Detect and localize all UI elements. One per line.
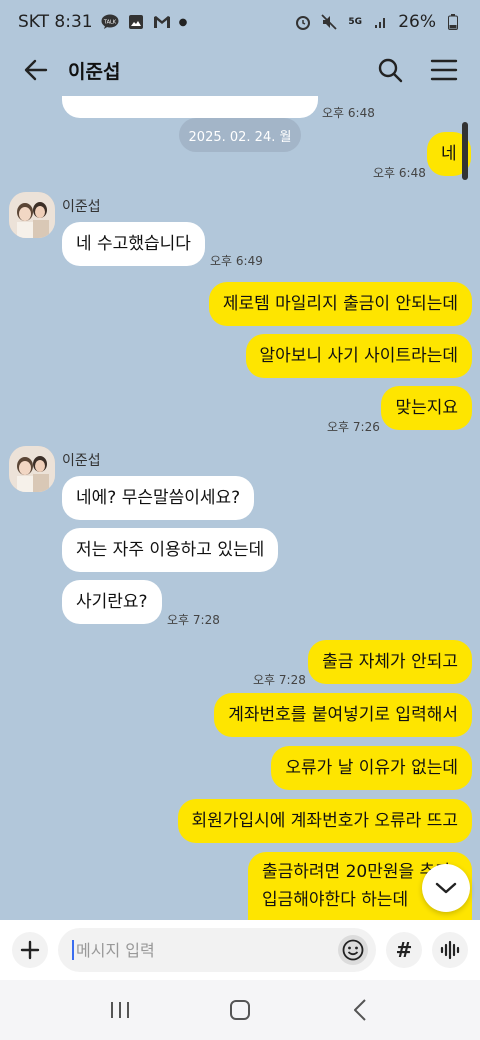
incoming-message[interactable]: 네 수고했습니다 xyxy=(62,222,205,266)
arrow-left-icon xyxy=(24,59,48,81)
chat-header: 이준섭 xyxy=(0,44,480,96)
emoji-icon xyxy=(342,939,364,961)
message-input[interactable] xyxy=(76,940,338,960)
incoming-message[interactable]: 사기란요? xyxy=(62,580,162,624)
date-divider: 2025. 02. 24. 월 xyxy=(179,118,301,152)
gallery-notification-icon xyxy=(127,14,145,30)
recent-apps-button[interactable] xyxy=(95,990,145,1030)
home-button[interactable] xyxy=(215,990,265,1030)
avatar[interactable] xyxy=(9,192,55,238)
sender-name: 이준섭 xyxy=(62,199,101,215)
message-field[interactable] xyxy=(58,928,376,972)
signal-icon xyxy=(372,14,390,30)
home-icon xyxy=(230,1000,250,1020)
header-actions xyxy=(370,50,464,90)
emoji-button[interactable] xyxy=(338,935,368,965)
outgoing-message[interactable]: 제로템 마일리지 출금이 안되는데 xyxy=(208,282,472,326)
search-button[interactable] xyxy=(370,50,410,90)
network-5g-icon: 5G xyxy=(348,17,363,27)
message-input-bar: # xyxy=(0,920,480,980)
outgoing-message[interactable]: 맞는지요 xyxy=(381,386,472,430)
message-time: 오후 6:48 xyxy=(322,106,375,120)
android-nav-bar xyxy=(0,980,480,1040)
hamburger-menu-icon xyxy=(430,59,458,81)
search-icon xyxy=(378,58,403,83)
gmail-notification-icon xyxy=(153,14,171,30)
text-cursor xyxy=(72,940,74,960)
partial-incoming-bubble xyxy=(62,96,318,118)
outgoing-message[interactable]: 출금 자체가 안되고 xyxy=(308,640,472,684)
hash-label: # xyxy=(395,938,413,962)
incoming-message[interactable]: 네에? 무슨말씀이세요? xyxy=(62,476,255,520)
message-time: 오후 6:49 xyxy=(210,254,263,268)
system-back-button[interactable] xyxy=(335,990,385,1030)
plus-icon xyxy=(20,940,40,960)
battery-percent: 26% xyxy=(398,12,436,32)
outgoing-message[interactable]: 오류가 날 이유가 없는데 xyxy=(271,746,472,790)
outgoing-message[interactable]: 계좌번호를 붙여넣기로 입력해서 xyxy=(214,693,472,737)
message-time: 오후 7:28 xyxy=(167,613,220,627)
sender-name: 이준섭 xyxy=(62,453,101,469)
message-time: 오후 6:48 xyxy=(373,166,426,180)
carrier-time: SKT 8:31 xyxy=(18,12,93,32)
outgoing-message[interactable]: 알아보니 사기 사이트라는데 xyxy=(245,334,472,378)
recent-apps-icon xyxy=(111,1002,129,1018)
mute-icon xyxy=(320,14,338,30)
alarm-icon xyxy=(294,14,312,30)
talk-notification-icon: TALK xyxy=(101,14,119,30)
attach-button[interactable] xyxy=(12,932,48,968)
message-time: 오후 7:28 xyxy=(253,673,306,687)
battery-icon xyxy=(444,14,462,30)
avatar[interactable] xyxy=(9,446,55,492)
status-left: SKT 8:31 TALK ● xyxy=(18,12,187,32)
back-chevron-icon xyxy=(354,999,366,1021)
status-right: 5G 26% xyxy=(294,12,462,32)
incoming-message[interactable]: 저는 자주 이용하고 있는데 xyxy=(62,528,279,572)
chat-title: 이준섭 xyxy=(68,60,121,83)
back-button[interactable] xyxy=(16,50,56,90)
outgoing-message[interactable]: 회원가입시에 계좌번호가 오류라 뜨고 xyxy=(177,799,472,843)
scroll-to-bottom-button[interactable] xyxy=(422,864,470,912)
chevron-down-icon xyxy=(435,882,457,894)
scrollbar-thumb[interactable] xyxy=(462,122,468,180)
more-notifications-dot: ● xyxy=(178,16,188,28)
chat-messages-area[interactable]: 오후 6:48 2025. 02. 24. 월 네 오후 6:48 이준섭 네 … xyxy=(0,96,480,920)
voice-button[interactable] xyxy=(432,932,468,968)
talk-badge-text: TALK xyxy=(103,20,117,26)
voice-wave-icon xyxy=(440,940,460,960)
status-bar: SKT 8:31 TALK ● 5G 26% xyxy=(0,0,480,44)
menu-button[interactable] xyxy=(424,50,464,90)
hashtag-search-button[interactable]: # xyxy=(386,932,422,968)
message-time: 오후 7:26 xyxy=(327,420,380,434)
